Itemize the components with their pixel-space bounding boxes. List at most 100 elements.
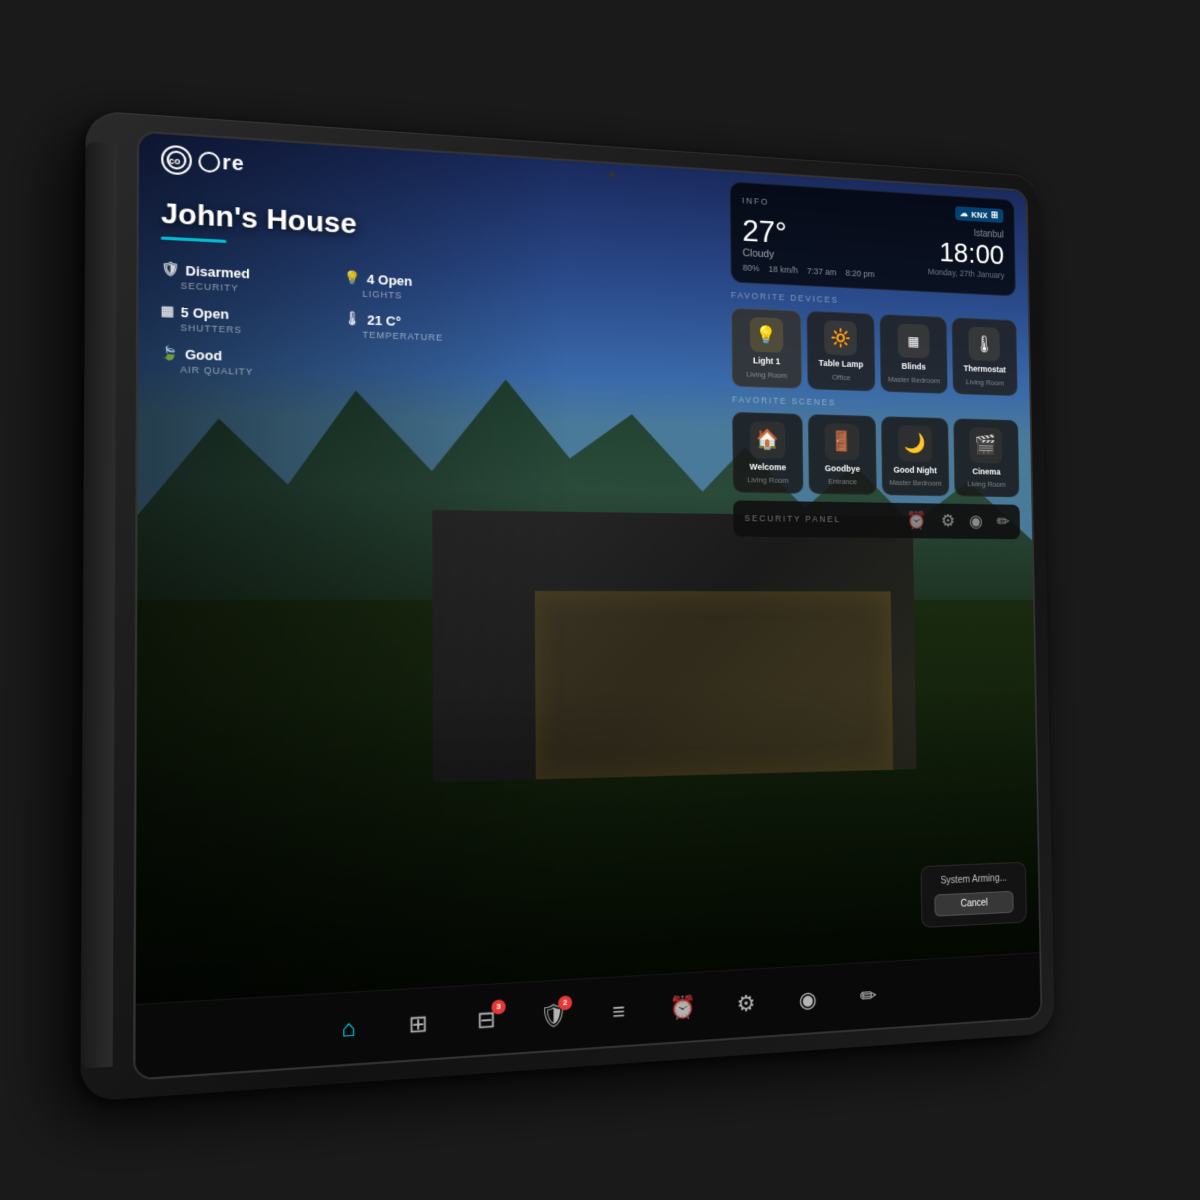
lights-value: 4 Open <box>367 271 413 288</box>
sec-icon-settings[interactable]: ⚙ <box>941 511 955 531</box>
scene-goodbye[interactable]: 🚪 Goodbye Entrance <box>807 414 876 495</box>
device-icon-tablelamp: 🔆 <box>824 320 857 356</box>
nav-settings[interactable]: ⚙ <box>726 981 766 1025</box>
nav-edit[interactable]: ✏ <box>849 974 888 1017</box>
screen: co re John's House 🛡 Disarmed <box>135 133 1040 1079</box>
sunrise-detail: 7:37 am <box>807 266 837 277</box>
humidity-detail: 80% <box>743 263 760 273</box>
cloud-icon: ☁ <box>960 208 968 219</box>
shutters-value: 5 Open <box>181 304 229 322</box>
scene-icon-goodnight: 🌙 <box>898 425 932 462</box>
nav-rooms[interactable]: ⊞ <box>396 1001 440 1048</box>
scene-name-goodnight: Good Night <box>894 465 937 475</box>
scene-welcome[interactable]: 🏠 Welcome Living Room <box>732 412 803 494</box>
scene-icon-goodbye: 🚪 <box>825 423 860 460</box>
device-name-thermostat: Thermostat <box>964 364 1006 376</box>
scenes-section-label: FAVORITE SCENES <box>732 394 1018 412</box>
status-grid: 🛡 Disarmed SECURITY 💡 4 Open LIGHTS <box>160 261 497 385</box>
grid-icon: ⊞ <box>991 210 998 221</box>
scene-name-cinema: Cinema <box>972 466 1000 476</box>
nav-clock[interactable]: ⏰ <box>663 985 704 1030</box>
security-badge: 2 <box>558 995 572 1010</box>
security-panel-label: SECURITY PANEL <box>744 513 840 524</box>
bg-house <box>432 510 916 782</box>
right-panel: INFO ☁ KNX ⊞ 27° Cloudy 80% <box>730 181 1020 539</box>
weather-time: 18:00 <box>927 236 1004 271</box>
knx-badge: ☁ KNX ⊞ <box>955 206 1004 223</box>
settings-icon: ⚙ <box>736 990 755 1017</box>
scene-icon-welcome: 🏠 <box>750 421 786 459</box>
tablet-device: co re John's House 🛡 Disarmed <box>80 110 1054 1102</box>
weather-temp: 27° <box>742 215 874 253</box>
nav-grid[interactable]: ◉ <box>788 978 827 1022</box>
arming-popup: System Arming... Cancel <box>921 862 1027 928</box>
svg-text:co: co <box>169 156 181 167</box>
weather-card[interactable]: INFO ☁ KNX ⊞ 27° Cloudy 80% <box>730 181 1016 296</box>
logo: co re <box>161 145 245 179</box>
wind-detail: 18 km/h <box>769 264 798 275</box>
shield-icon: 🛡 <box>161 261 179 279</box>
home-icon: ⌂ <box>342 1014 356 1042</box>
air-quality-status: 🍃 Good AIR QUALITY <box>160 345 322 380</box>
screen-bezel: co re John's House 🛡 Disarmed <box>133 130 1042 1080</box>
temperature-value: 21 C° <box>367 312 401 329</box>
title-underline <box>161 236 227 243</box>
edit-icon: ✏ <box>860 983 877 1009</box>
lights-status: 💡 4 Open LIGHTS <box>344 269 498 304</box>
scenes-icon: ≡ <box>612 998 625 1025</box>
temperature-status: 🌡 21 C° TEMPERATURE <box>344 310 498 345</box>
left-panel: John's House 🛡 Disarmed SECURITY 💡 4 O <box>160 197 497 385</box>
sec-icon-pencil[interactable]: ✏ <box>996 512 1009 532</box>
device-room-blinds: Master Bedroom <box>888 375 940 385</box>
logo-text: re <box>198 150 244 177</box>
shutters-status: ▦ 5 Open SHUTTERS <box>161 303 323 339</box>
device-icon-light1: 💡 <box>750 317 784 353</box>
devices-badge: 3 <box>491 999 505 1014</box>
weather-info-label: INFO <box>742 195 769 206</box>
scene-cinema[interactable]: 🎬 Cinema Living Room <box>953 418 1019 497</box>
scene-name-welcome: Welcome <box>750 462 787 472</box>
devices-grid: 💡 Light 1 Living Room 🔆 Table Lamp Offic… <box>731 307 1018 396</box>
grid-icon: ◉ <box>799 986 817 1013</box>
air-quality-value: Good <box>185 346 222 363</box>
device-icon-blinds: ▦ <box>897 323 929 358</box>
device-card-tablelamp[interactable]: 🔆 Table Lamp Office <box>806 311 875 391</box>
shutters-icon: ▦ <box>161 303 175 320</box>
nav-scenes[interactable]: ≡ <box>598 989 640 1034</box>
temp-icon: 🌡 <box>344 310 361 327</box>
clock-icon: ⏰ <box>670 993 697 1021</box>
scene-icon-cinema: 🎬 <box>969 427 1002 463</box>
cancel-button[interactable]: Cancel <box>934 891 1013 917</box>
scene-room-welcome: Living Room <box>747 475 788 484</box>
scene-room-goodbye: Entrance <box>828 477 857 486</box>
nav-security[interactable]: 🛡 2 <box>532 993 574 1039</box>
scene-room-cinema: Living Room <box>967 479 1006 488</box>
sec-icon-grid[interactable]: ◉ <box>969 511 983 531</box>
logo-icon: co <box>161 145 192 176</box>
nav-home[interactable]: ⌂ <box>326 1005 371 1052</box>
device-icon-thermostat: 🌡 <box>969 327 1001 362</box>
scene-name-goodbye: Goodbye <box>825 463 860 473</box>
air-icon: 🍃 <box>160 345 178 362</box>
sunset-detail: 8:20 pm <box>845 268 874 279</box>
device-room-light1: Living Room <box>746 370 787 380</box>
device-room-thermostat: Living Room <box>966 377 1004 387</box>
knx-label: KNX <box>971 209 988 219</box>
security-value: Disarmed <box>186 262 250 281</box>
scenes-grid: 🏠 Welcome Living Room 🚪 Goodbye Entrance… <box>732 412 1019 497</box>
security-panel-strip: SECURITY PANEL ⏰ ⚙ ◉ ✏ <box>733 500 1020 539</box>
device-name-tablelamp: Table Lamp <box>819 358 864 370</box>
arming-text: System Arming... <box>934 873 1013 887</box>
device-card-blinds[interactable]: ▦ Blinds Master Bedroom <box>880 314 948 393</box>
scene-room-goodnight: Master Bedroom <box>889 478 941 487</box>
rooms-icon: ⊞ <box>409 1010 428 1038</box>
device-card-thermostat[interactable]: 🌡 Thermostat Living Room <box>951 317 1017 396</box>
light-icon: 💡 <box>344 269 361 286</box>
scene-goodnight[interactable]: 🌙 Good Night Master Bedroom <box>881 416 949 496</box>
nav-devices[interactable]: ⊟ 3 <box>465 997 508 1043</box>
device-name-light1: Light 1 <box>753 356 780 367</box>
device-room-tablelamp: Office <box>832 373 851 382</box>
sec-icon-clock[interactable]: ⏰ <box>907 510 927 530</box>
device-card-light1[interactable]: 💡 Light 1 Living Room <box>731 307 802 388</box>
device-name-blinds: Blinds <box>902 361 926 372</box>
